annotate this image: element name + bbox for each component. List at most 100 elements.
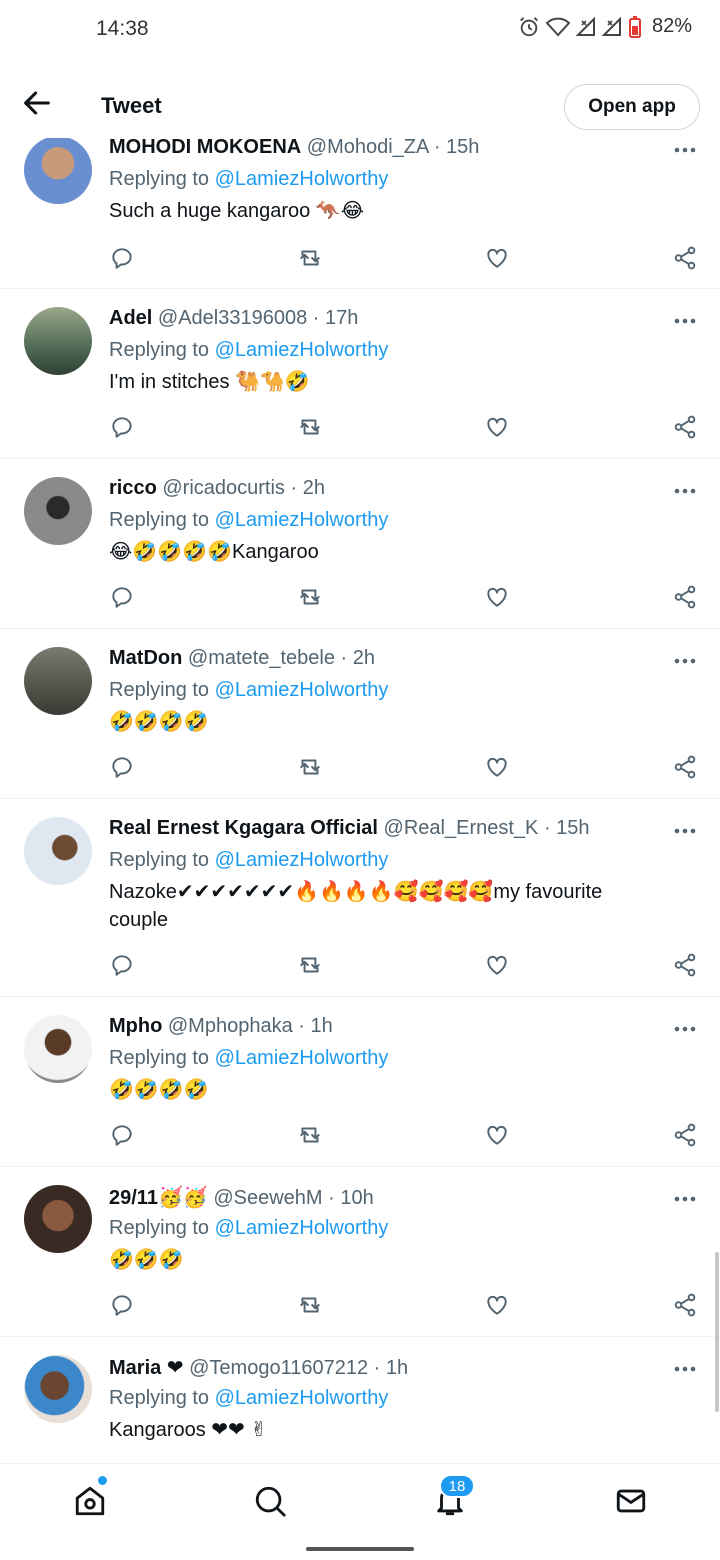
avatar[interactable] (24, 307, 92, 375)
author-handle: @Real_Ernest_K (383, 817, 539, 839)
avatar[interactable] (24, 1355, 92, 1423)
more-options-icon[interactable] (674, 1025, 696, 1033)
reply-tweet[interactable]: Maria ❤ @Temogo11607212 · 1h Replying to… (0, 1337, 720, 1477)
share-icon[interactable] (672, 1122, 698, 1148)
replying-label: Replying to (109, 168, 210, 190)
gesture-bar[interactable] (306, 1547, 414, 1551)
avatar[interactable] (24, 477, 92, 545)
tweet-time: · 17h (312, 307, 359, 329)
retweet-icon[interactable] (297, 754, 323, 780)
like-icon[interactable] (484, 754, 510, 780)
reply-tweet[interactable]: 29/11🥳🥳 @SeewehM · 10h Replying to @Lami… (0, 1167, 720, 1337)
retweet-icon[interactable] (297, 584, 323, 610)
reply-tweet[interactable]: Adel @Adel33196008 · 17h Replying to @La… (0, 289, 720, 459)
tweet-text: Such a huge kangaroo 🦘😂 (109, 200, 365, 222)
retweet-icon[interactable] (297, 245, 323, 271)
tweet-author[interactable]: Mpho @Mphophaka · 1h (109, 1015, 333, 1038)
author-handle: @Temogo11607212 (189, 1357, 369, 1379)
retweet-icon[interactable] (297, 952, 323, 978)
alarm-icon (520, 16, 538, 36)
replying-mention[interactable]: @LamiezHolworthy (215, 679, 389, 701)
more-options-icon[interactable] (674, 146, 696, 154)
reply-icon[interactable] (109, 584, 135, 610)
share-icon[interactable] (672, 952, 698, 978)
messages-icon[interactable] (614, 1484, 648, 1518)
battery-icon (628, 15, 641, 38)
more-options-icon[interactable] (674, 317, 696, 325)
reply-tweet[interactable]: Mpho @Mphophaka · 1h Replying to @Lamiez… (0, 997, 720, 1167)
like-icon[interactable] (484, 1122, 510, 1148)
tweet-time: · 1h (373, 1357, 409, 1379)
replying-mention[interactable]: @LamiezHolworthy (215, 168, 389, 190)
like-icon[interactable] (484, 414, 510, 440)
more-options-icon[interactable] (674, 827, 696, 835)
tweet-author[interactable]: Maria ❤ @Temogo11607212 · 1h (109, 1355, 408, 1380)
author-name: Adel (109, 307, 153, 329)
like-icon[interactable] (484, 1292, 510, 1318)
author-name: Mpho (109, 1015, 163, 1037)
tweet-time: · 10h (328, 1187, 374, 1209)
replying-mention[interactable]: @LamiezHolworthy (215, 339, 389, 361)
reply-icon[interactable] (109, 952, 135, 978)
avatar[interactable] (24, 1185, 92, 1253)
back-arrow-icon[interactable] (20, 86, 54, 120)
like-icon[interactable] (484, 245, 510, 271)
scrollbar[interactable] (715, 1252, 719, 1412)
replying-mention[interactable]: @LamiezHolworthy (215, 1387, 389, 1409)
tweet-author[interactable]: Adel @Adel33196008 · 17h (109, 307, 358, 330)
more-options-icon[interactable] (674, 1365, 696, 1373)
home-icon[interactable] (73, 1484, 107, 1518)
reply-icon[interactable] (109, 1292, 135, 1318)
tweet-author[interactable]: MOHODI MOKOENA @Mohodi_ZA · 15h (109, 136, 479, 159)
share-icon[interactable] (672, 1292, 698, 1318)
tweet-author[interactable]: 29/11🥳🥳 @SeewehM · 10h (109, 1185, 374, 1210)
status-bar: 14:38 82% (0, 0, 720, 60)
tweet-time: · 2h (340, 647, 375, 669)
search-icon[interactable] (253, 1484, 287, 1518)
replying-to: Replying to @LamiezHolworthy (109, 679, 388, 702)
author-name: ricco (109, 477, 157, 499)
share-icon[interactable] (672, 245, 698, 271)
replying-label: Replying to (109, 339, 210, 361)
author-handle: @ricadocurtis (162, 477, 285, 499)
more-options-icon[interactable] (674, 487, 696, 495)
retweet-icon[interactable] (297, 1292, 323, 1318)
tweet-time: · 2h (290, 477, 325, 499)
reply-tweet[interactable]: Real Ernest Kgagara Official @Real_Ernes… (0, 799, 720, 997)
author-name: MatDon (109, 647, 183, 669)
retweet-icon[interactable] (297, 1122, 323, 1148)
notification-count-badge: 18 (439, 1474, 475, 1498)
tweet-author[interactable]: ricco @ricadocurtis · 2h (109, 477, 325, 500)
replying-mention[interactable]: @LamiezHolworthy (215, 509, 389, 531)
more-options-icon[interactable] (674, 657, 696, 665)
share-icon[interactable] (672, 414, 698, 440)
retweet-icon[interactable] (297, 414, 323, 440)
reply-tweet[interactable]: ricco @ricadocurtis · 2h Replying to @La… (0, 459, 720, 629)
avatar[interactable] (24, 136, 92, 204)
replying-label: Replying to (109, 1047, 210, 1069)
replying-label: Replying to (109, 1387, 210, 1409)
status-icons: 82% (518, 15, 692, 38)
reply-icon[interactable] (109, 414, 135, 440)
open-app-button[interactable]: Open app (564, 84, 700, 130)
tweet-time: · 15h (543, 817, 590, 839)
share-icon[interactable] (672, 584, 698, 610)
more-options-icon[interactable] (674, 1195, 696, 1203)
replying-mention[interactable]: @LamiezHolworthy (215, 1217, 389, 1239)
tweet-author[interactable]: Real Ernest Kgagara Official @Real_Ernes… (109, 817, 590, 840)
like-icon[interactable] (484, 584, 510, 610)
avatar[interactable] (24, 1015, 92, 1083)
reply-icon[interactable] (109, 754, 135, 780)
replying-label: Replying to (109, 849, 210, 871)
reply-tweet[interactable]: MatDon @matete_tebele · 2h Replying to @… (0, 629, 720, 799)
tweet-author[interactable]: MatDon @matete_tebele · 2h (109, 647, 375, 670)
like-icon[interactable] (484, 952, 510, 978)
avatar[interactable] (24, 647, 92, 715)
avatar[interactable] (24, 817, 92, 885)
replying-mention[interactable]: @LamiezHolworthy (215, 849, 389, 871)
share-icon[interactable] (672, 754, 698, 780)
reply-icon[interactable] (109, 245, 135, 271)
replying-to: Replying to @LamiezHolworthy (109, 168, 388, 191)
replying-mention[interactable]: @LamiezHolworthy (215, 1047, 389, 1069)
reply-icon[interactable] (109, 1122, 135, 1148)
